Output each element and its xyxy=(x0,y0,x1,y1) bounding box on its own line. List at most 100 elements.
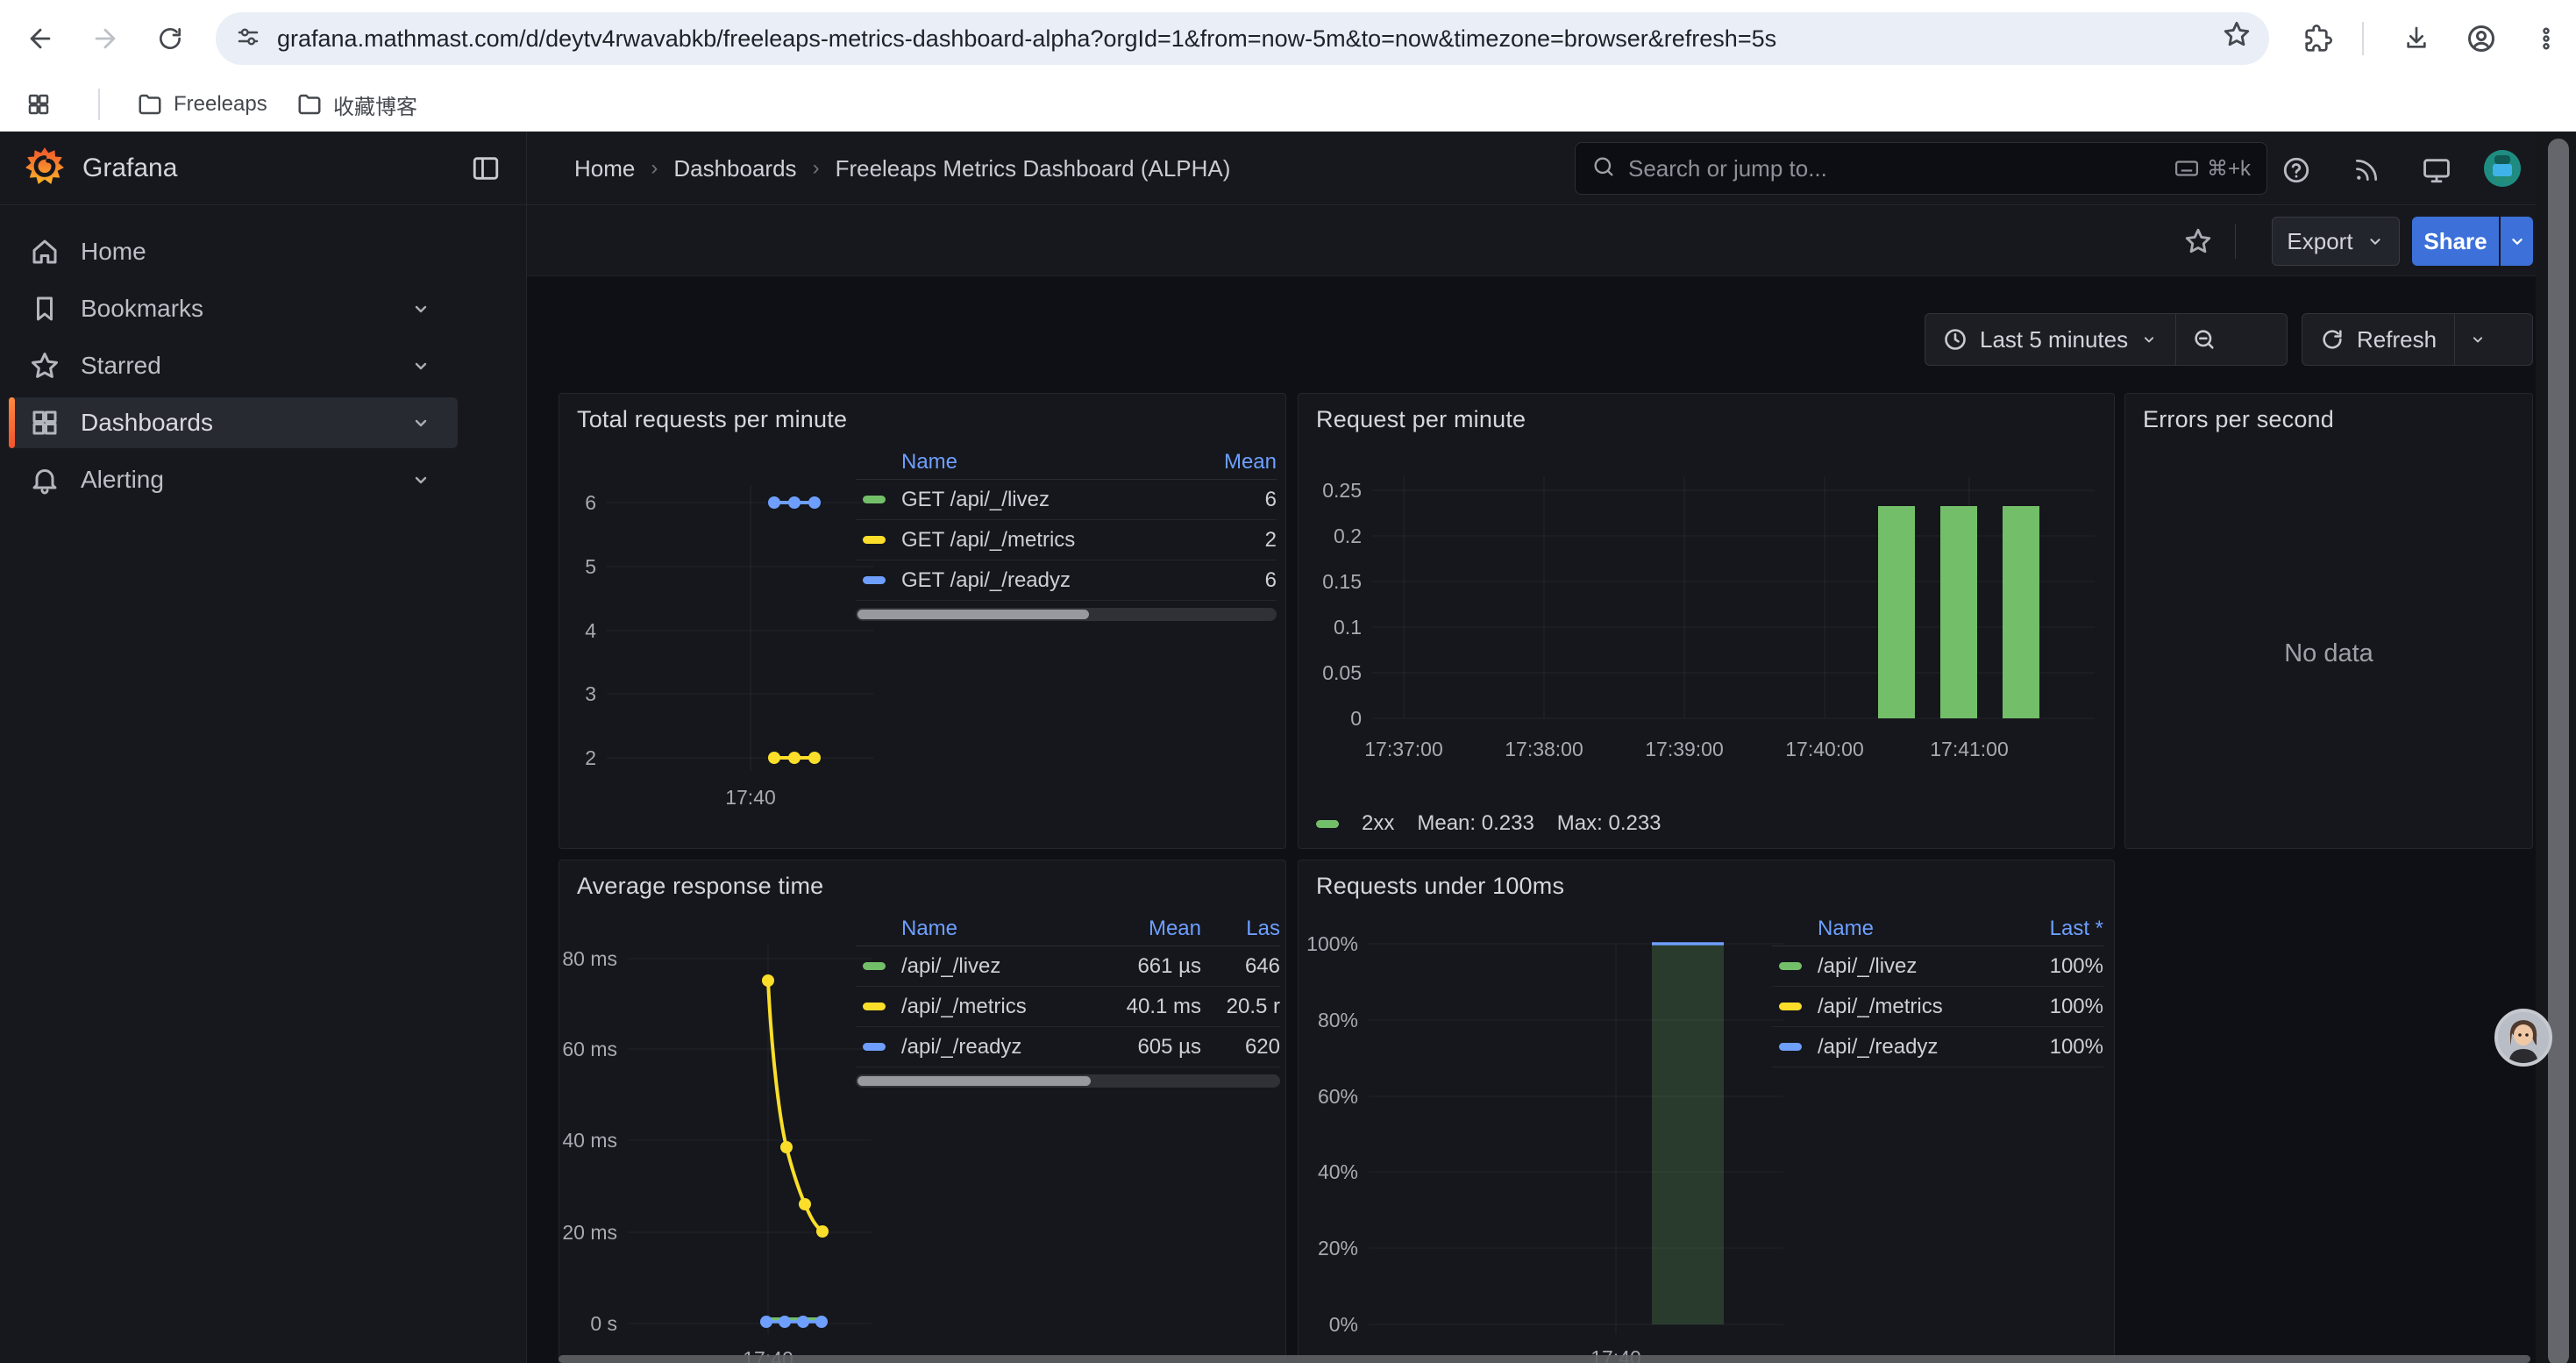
chevron-down-icon[interactable] xyxy=(410,355,431,381)
user-avatar[interactable] xyxy=(2484,150,2521,187)
legend-row[interactable]: /api/_/metrics 40.1 ms 20.5 r xyxy=(856,987,1280,1027)
kiosk-monitor-icon[interactable] xyxy=(2417,151,2456,189)
legend-row[interactable]: GET /api/_/livez 6 xyxy=(856,480,1277,520)
zoom-out-button[interactable] xyxy=(2176,314,2232,365)
sidebar-item-dashboards[interactable]: Dashboards xyxy=(9,397,458,448)
help-icon[interactable] xyxy=(2277,151,2316,189)
bookmark-folder-label: 收藏博客 xyxy=(333,89,417,120)
sidebar-item-starred[interactable]: Starred xyxy=(9,340,458,391)
screen: Freeleaps 收藏博客 Grafana xyxy=(0,0,2576,1363)
share-dropdown-button[interactable] xyxy=(2501,217,2533,266)
sidebar-toggle-icon[interactable] xyxy=(468,151,503,186)
svg-text:2: 2 xyxy=(585,746,596,769)
share-button[interactable]: Share xyxy=(2412,217,2499,266)
panel-title[interactable]: Errors per second xyxy=(2143,406,2334,433)
bar-under-100ms[interactable] xyxy=(1652,944,1724,1324)
legend-scrollbar[interactable] xyxy=(856,1074,1280,1088)
series-swatch-yellow xyxy=(1779,1003,1802,1010)
bookmark-folder-freeleaps[interactable]: Freeleaps xyxy=(123,85,281,124)
series-swatch-blue xyxy=(863,1043,886,1051)
legend-row[interactable]: GET /api/_/readyz 6 xyxy=(856,560,1277,601)
news-rss-icon[interactable] xyxy=(2347,151,2386,189)
bar-2xx[interactable] xyxy=(2003,506,2039,718)
search-input[interactable]: Search or jump to... ⌘+k xyxy=(1575,142,2267,195)
sidebar-item-home[interactable]: Home xyxy=(9,226,458,277)
chevron-down-icon[interactable] xyxy=(410,298,431,324)
time-range-button[interactable]: Last 5 minutes xyxy=(1925,314,2175,365)
downloads-icon[interactable] xyxy=(2397,19,2436,58)
no-data-message: No data xyxy=(2125,639,2532,668)
bookmark-folder-blogs[interactable]: 收藏博客 xyxy=(282,85,431,124)
chevron-down-icon[interactable] xyxy=(410,469,431,495)
bar-2xx[interactable] xyxy=(1940,506,1977,718)
col-mean[interactable]: Mean xyxy=(1198,450,1277,475)
extensions-icon[interactable] xyxy=(2299,19,2338,58)
brand-title: Grafana xyxy=(82,153,177,183)
breadcrumb-separator: › xyxy=(651,156,658,181)
menu-kebab-icon[interactable] xyxy=(2527,19,2565,58)
export-button[interactable]: Export xyxy=(2272,217,2400,266)
legend-row[interactable]: /api/_/livez 661 µs 646 xyxy=(856,946,1280,987)
url-input[interactable] xyxy=(277,25,2162,53)
svg-text:17:41:00: 17:41:00 xyxy=(1930,738,2009,760)
svg-text:20 ms: 20 ms xyxy=(563,1221,617,1244)
line-chart-avg-response[interactable]: 80 ms 60 ms 40 ms 20 ms 0 s 17:40 xyxy=(563,922,879,1363)
bookmark-star-icon[interactable] xyxy=(2222,19,2252,54)
horizontal-scrollbar[interactable] xyxy=(559,1355,2530,1363)
bar-chart-request-per-minute[interactable]: 0.25 0.2 0.15 0.1 0.05 0 17:37:00 17:38:… xyxy=(1306,455,2103,806)
panel-title[interactable]: Request per minute xyxy=(1316,406,1526,433)
scrollbar-track[interactable] xyxy=(2536,132,2576,1363)
line-chart-total-requests[interactable]: 6 5 4 3 2 17:40 xyxy=(563,455,879,824)
panel-title[interactable]: Requests under 100ms xyxy=(1316,873,1564,900)
forward-icon[interactable] xyxy=(86,19,125,58)
legend-row[interactable]: /api/_/readyz 100% xyxy=(1772,1027,2103,1067)
col-name[interactable]: Name xyxy=(1818,917,2007,941)
legend-row[interactable]: /api/_/readyz 605 µs 620 xyxy=(856,1027,1280,1067)
svg-text:60 ms: 60 ms xyxy=(563,1038,617,1060)
col-last[interactable]: Last * xyxy=(2007,917,2103,941)
refresh-button[interactable]: Refresh xyxy=(2302,314,2454,365)
reload-icon[interactable] xyxy=(151,19,189,58)
col-mean[interactable]: Mean xyxy=(1078,917,1201,941)
floating-assistant-avatar[interactable] xyxy=(2494,1009,2552,1067)
apps-grid-icon[interactable] xyxy=(19,85,58,124)
address-bar[interactable] xyxy=(216,12,2269,65)
back-icon[interactable] xyxy=(21,19,60,58)
scrollbar-thumb[interactable] xyxy=(2548,139,2569,1363)
svg-text:0.25: 0.25 xyxy=(1322,479,1362,502)
svg-text:3: 3 xyxy=(585,682,596,705)
col-last[interactable]: Las xyxy=(1201,917,1280,941)
bar-2xx[interactable] xyxy=(1878,506,1915,718)
breadcrumb-home[interactable]: Home xyxy=(574,155,635,182)
site-settings-icon[interactable] xyxy=(235,24,261,54)
col-name[interactable]: Name xyxy=(901,450,1198,475)
chevron-down-icon[interactable] xyxy=(410,412,431,438)
dashboards-icon xyxy=(28,407,61,439)
sidebar-header: Grafana xyxy=(0,132,526,205)
legend-2xx[interactable]: 2xx Mean: 0.233 Max: 0.233 xyxy=(1316,811,1662,836)
svg-text:17:39:00: 17:39:00 xyxy=(1645,738,1724,760)
sidebar-item-alerting[interactable]: Alerting xyxy=(9,454,458,505)
legend-row[interactable]: /api/_/metrics 100% xyxy=(1772,987,2103,1027)
svg-text:17:40:00: 17:40:00 xyxy=(1785,738,1864,760)
svg-text:20%: 20% xyxy=(1318,1237,1358,1260)
favorite-star-icon[interactable] xyxy=(2179,222,2217,260)
legend-scrollbar[interactable] xyxy=(856,608,1277,621)
refresh-interval-button[interactable] xyxy=(2455,314,2501,365)
bookmarks-divider xyxy=(98,89,100,120)
search-placeholder: Search or jump to... xyxy=(1628,155,2174,182)
col-name[interactable]: Name xyxy=(901,917,1078,941)
svg-text:0.1: 0.1 xyxy=(1334,616,1362,639)
bar-chart-under-100ms[interactable]: 100% 80% 60% 40% 20% 0% 17:40 xyxy=(1306,922,1797,1363)
refresh-group: Refresh xyxy=(2302,313,2533,366)
breadcrumb-dashboards[interactable]: Dashboards xyxy=(673,155,796,182)
profile-icon[interactable] xyxy=(2462,19,2501,58)
legend-row[interactable]: /api/_/livez 100% xyxy=(1772,946,2103,987)
chevron-down-icon xyxy=(2366,232,2385,251)
sidebar-item-bookmarks[interactable]: Bookmarks xyxy=(9,283,458,334)
legend-row[interactable]: GET /api/_/metrics 2 xyxy=(856,520,1277,560)
panel-title[interactable]: Total requests per minute xyxy=(577,406,847,433)
panel-title[interactable]: Average response time xyxy=(577,873,823,900)
grafana-logo[interactable] xyxy=(25,146,65,190)
toolbar-divider xyxy=(2362,22,2364,55)
